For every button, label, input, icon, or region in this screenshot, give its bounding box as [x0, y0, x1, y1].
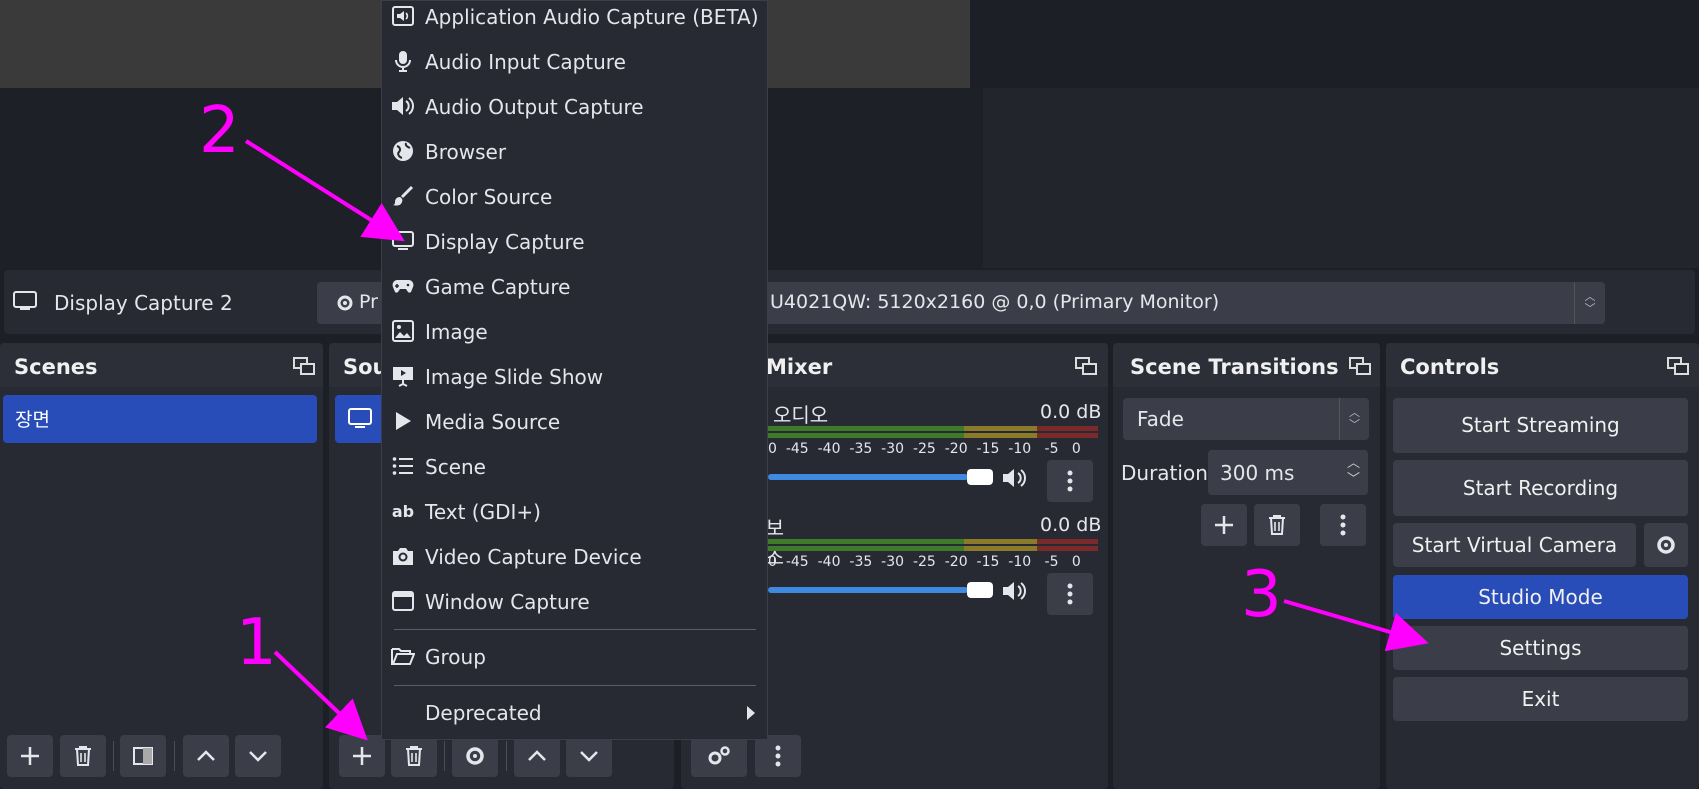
- annotation-3: 3: [1241, 558, 1282, 632]
- annotation-2: 2: [199, 94, 240, 168]
- annotation-1: 1: [236, 606, 277, 680]
- arrow-1: [273, 650, 368, 741]
- arrow-3: [1283, 599, 1429, 652]
- arrow-2: [244, 139, 405, 242]
